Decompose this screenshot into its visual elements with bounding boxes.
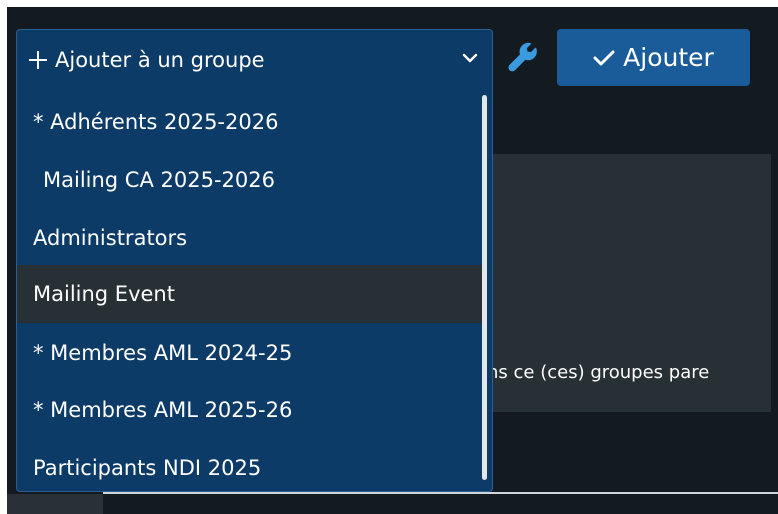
bottom-divider (103, 492, 778, 494)
panel-partial-text: ns ce (ces) groupes pare (487, 362, 710, 383)
dropdown-option-mailing-ca-2025-2026[interactable]: Mailing CA 2025-2026 (17, 151, 482, 209)
chevron-down-icon (462, 53, 478, 63)
screen: ns ce (ces) groupes pare Ajouter à un gr… (0, 0, 778, 514)
group-select-label: Ajouter à un groupe (55, 47, 265, 72)
group-select[interactable]: Ajouter à un groupe (16, 29, 493, 89)
dropdown-option-label: Mailing Event (33, 282, 175, 306)
add-button-label: Ajouter (623, 43, 714, 72)
dropdown-option-adherents-2025-2026[interactable]: * Adhérents 2025-2026 (17, 93, 482, 151)
dropdown-option-mailing-event[interactable]: Mailing Event (17, 265, 482, 323)
dropdown-option-membres-aml-2025-26[interactable]: * Membres AML 2025-26 (17, 381, 482, 439)
wrench-icon[interactable] (507, 42, 539, 74)
dropdown-option-label: * Adhérents 2025-2026 (33, 110, 279, 134)
dropdown-option-label: * Membres AML 2025-26 (33, 398, 293, 422)
dropdown-option-membres-aml-2024-25[interactable]: * Membres AML 2024-25 (17, 324, 482, 382)
check-icon (593, 50, 615, 65)
dropdown-option-label: Participants NDI 2025 (33, 456, 262, 480)
group-dropdown-list: * Adhérents 2025-2026 Mailing CA 2025-20… (16, 89, 493, 492)
dropdown-scrollbar[interactable] (482, 95, 487, 480)
dropdown-option-label: Administrators (33, 226, 188, 250)
dropdown-option-administrators[interactable]: Administrators (17, 209, 482, 267)
add-button[interactable]: Ajouter (557, 29, 750, 86)
dropdown-option-participants-ndi-2025[interactable]: Participants NDI 2025 (17, 439, 482, 491)
dropdown-option-label: Mailing CA 2025-2026 (43, 168, 275, 192)
plus-icon (29, 50, 47, 69)
bottom-strip (7, 494, 103, 514)
dropdown-option-label: * Membres AML 2024-25 (33, 341, 293, 365)
